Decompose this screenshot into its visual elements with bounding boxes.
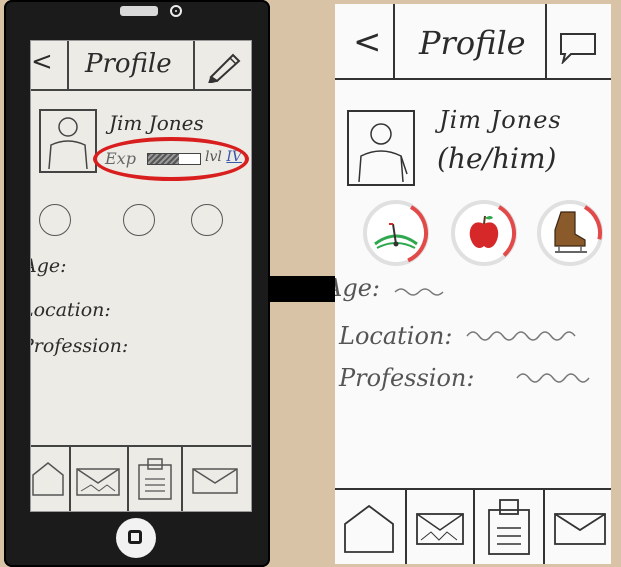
age-field-label: Age: (335, 274, 380, 302)
badge-placeholder[interactable] (191, 204, 223, 236)
camera-icon (170, 5, 182, 17)
badge-progress-ring (452, 201, 516, 265)
highlight-oval (93, 137, 249, 181)
mail-open-icon[interactable] (415, 508, 465, 548)
phone-speaker (120, 6, 158, 16)
scribble-value (466, 331, 576, 341)
bottom-nav (335, 488, 611, 564)
badge-placeholder[interactable] (39, 204, 71, 236)
back-button[interactable]: < (353, 22, 382, 62)
phone-sketch: < Profile Jim Jones Exp lvl IV Age: (4, 0, 270, 567)
pencil-icon[interactable] (203, 49, 243, 83)
avatar (39, 109, 97, 173)
home-icon[interactable] (343, 504, 395, 554)
clipboard-icon[interactable] (483, 498, 535, 556)
profile-header: < Profile (31, 41, 251, 91)
page-title: Profile (419, 24, 526, 62)
mail-open-icon[interactable] (75, 465, 121, 497)
skate-badge[interactable] (537, 200, 603, 266)
person-icon (48, 117, 88, 170)
profile-header: < Profile (335, 4, 611, 80)
mail-icon[interactable] (553, 510, 607, 548)
bottom-nav (31, 445, 251, 511)
location-field-label: Location: (339, 322, 453, 350)
badge-progress-ring (538, 201, 602, 265)
user-name: Jim Jones (109, 111, 204, 135)
age-field-label: Age: (31, 255, 67, 277)
apple-badge[interactable] (451, 200, 517, 266)
back-button[interactable]: < (31, 47, 53, 77)
clipboard-icon[interactable] (135, 457, 175, 501)
badge-progress-ring (364, 201, 428, 265)
page-title: Profile (85, 49, 172, 79)
person-icon (358, 123, 408, 183)
avatar (347, 110, 415, 186)
mail-icon[interactable] (189, 465, 241, 497)
scribble-value (394, 288, 444, 296)
location-field-label: Location: (31, 299, 111, 321)
badge-placeholder[interactable] (123, 204, 155, 236)
user-name: Jim Jones (439, 106, 562, 134)
home-icon[interactable] (31, 461, 65, 497)
profession-field-label: Profession: (339, 364, 475, 392)
user-pronouns: (he/him) (437, 142, 557, 175)
phone-screen: < Profile Jim Jones Exp lvl IV Age: (30, 40, 252, 512)
revised-profile-sketch: < Profile Jim Jones (he/him) ge: Locatio… (335, 4, 611, 564)
gauge-badge[interactable] (363, 200, 429, 266)
phone-home-button[interactable] (116, 518, 156, 558)
profession-field-label: Profession: (30, 335, 129, 357)
chat-icon[interactable] (557, 30, 597, 64)
scribble-value (516, 373, 590, 383)
